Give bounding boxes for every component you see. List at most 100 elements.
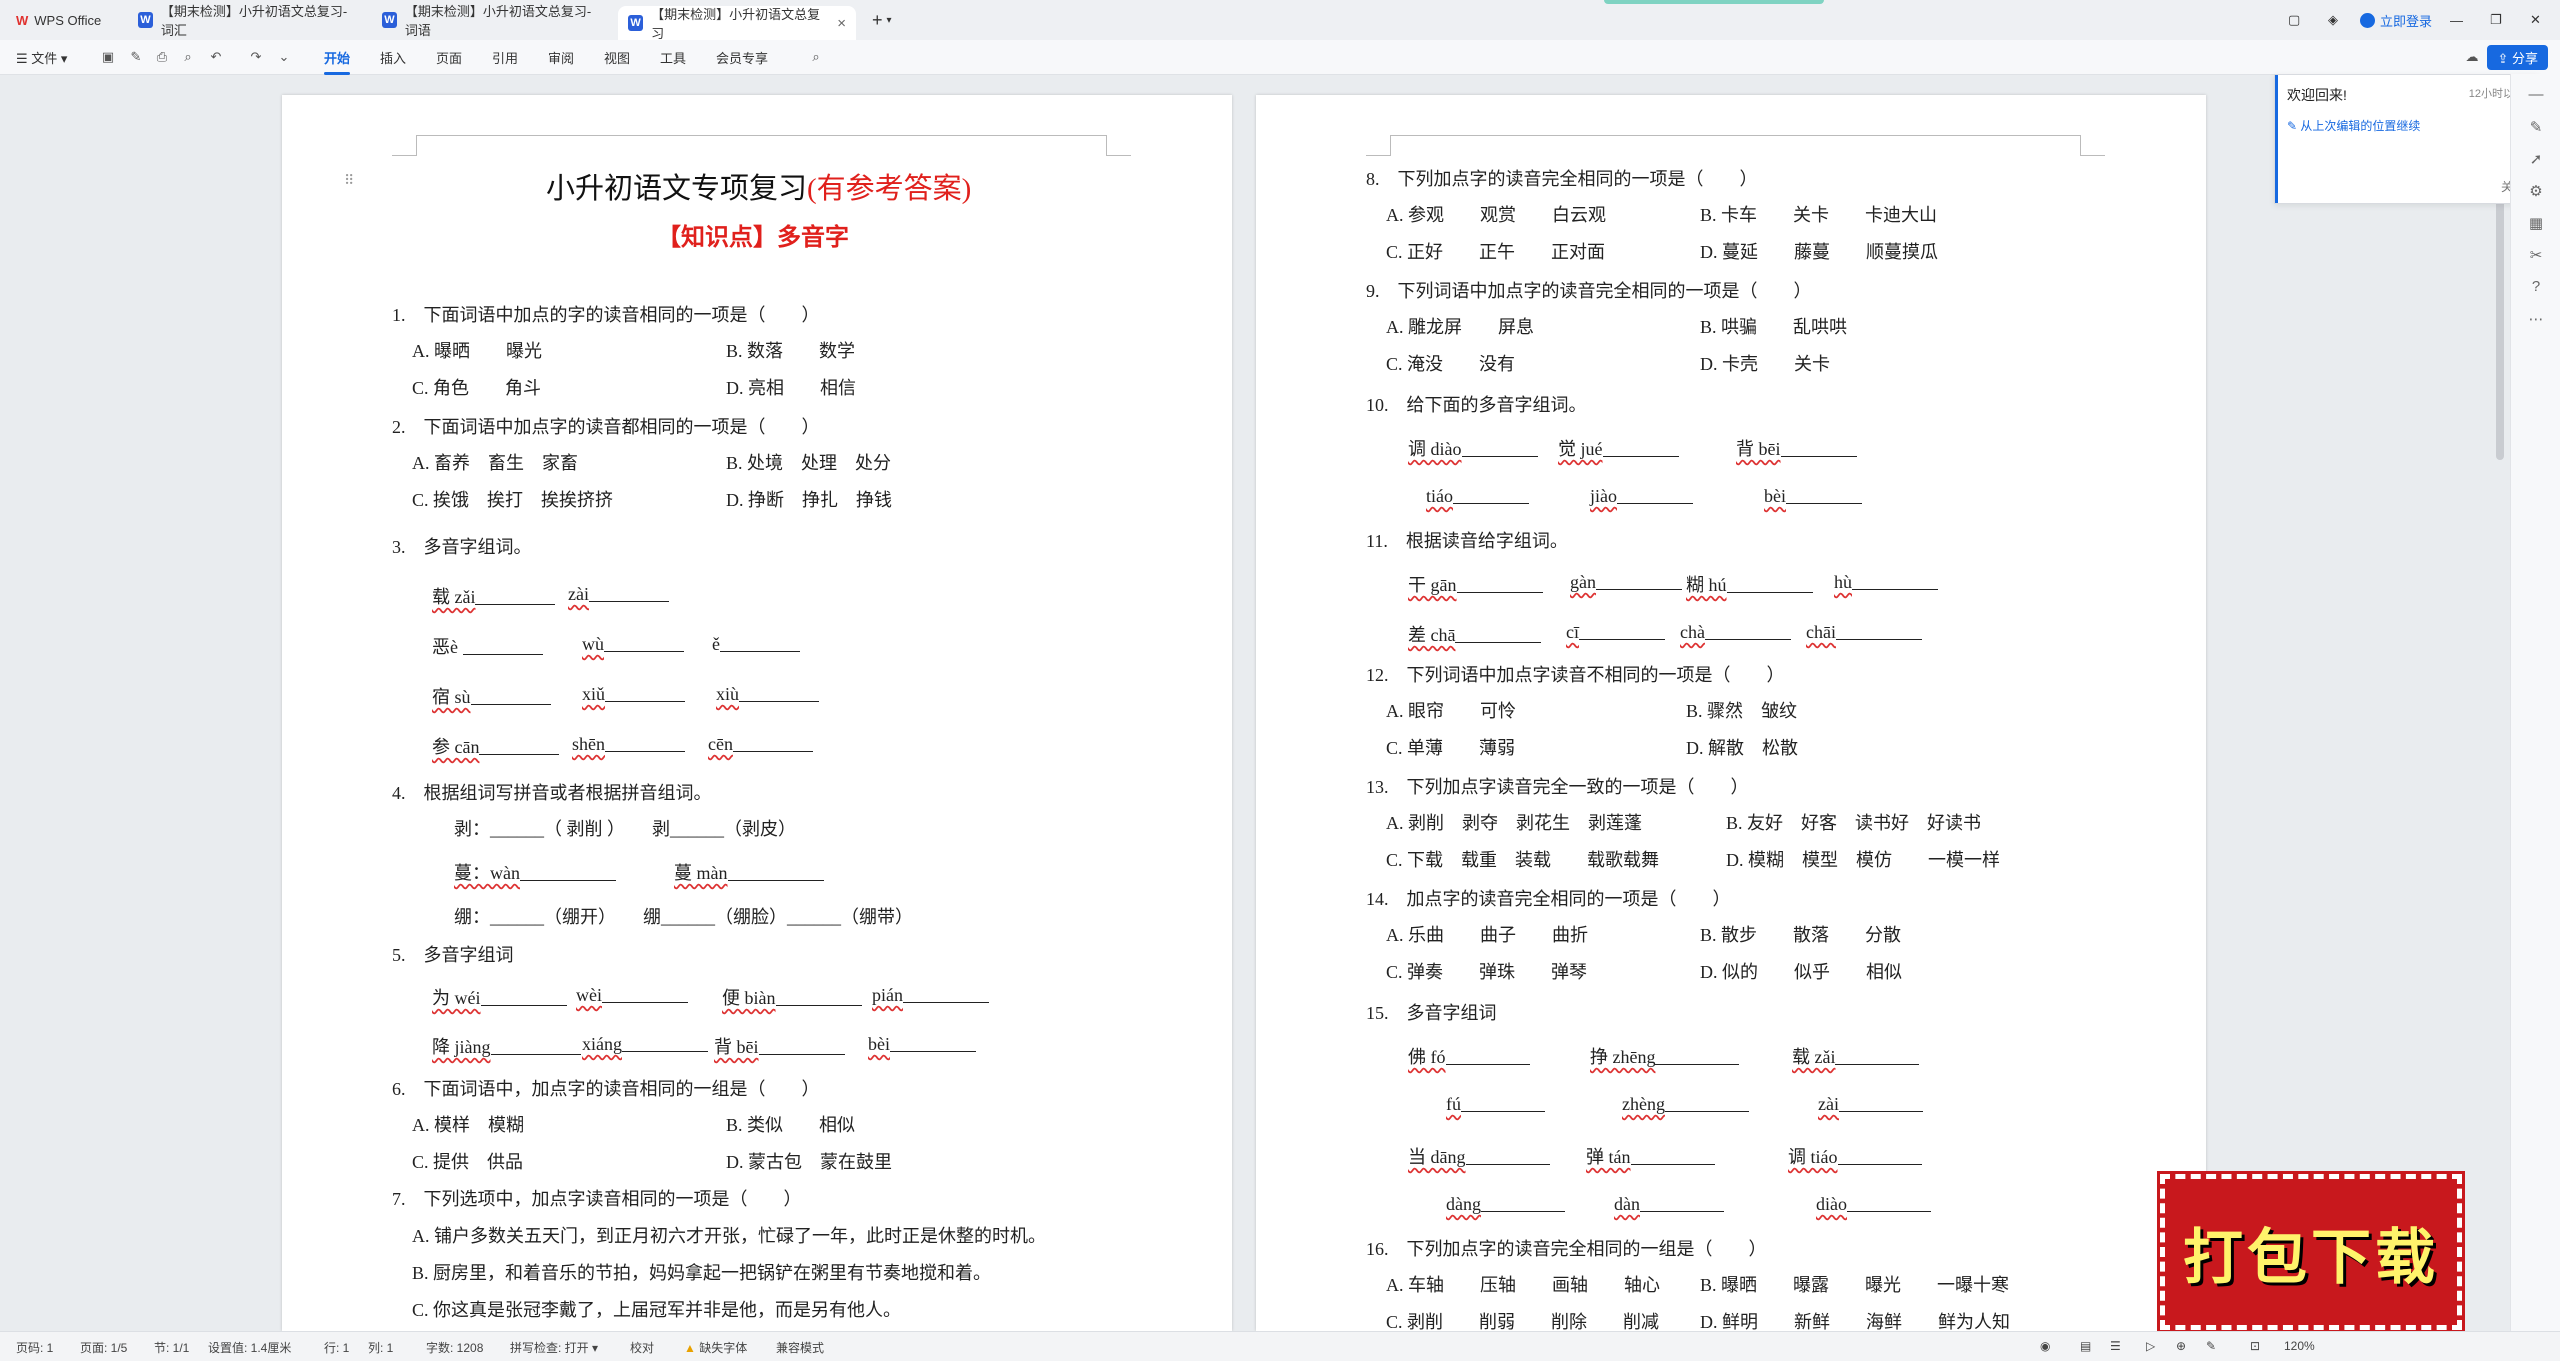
tab-wps-home[interactable]: W WPS Office bbox=[6, 4, 111, 36]
tab-home[interactable]: 开始 bbox=[324, 48, 351, 75]
answer-blank[interactable] bbox=[1579, 621, 1665, 640]
status-spell-check[interactable]: 拼写检查: 打开 ▾ bbox=[510, 1339, 598, 1356]
chevron-down-icon[interactable]: ⌄ bbox=[276, 49, 292, 65]
answer-blank[interactable] bbox=[490, 1036, 581, 1055]
search-icon[interactable]: ⌕ bbox=[808, 49, 824, 65]
tab-view[interactable]: 视图 bbox=[604, 48, 630, 67]
new-tab-button[interactable]: + ▾ bbox=[862, 4, 902, 36]
answer-blank[interactable] bbox=[732, 733, 813, 752]
file-menu[interactable]: ☰ 文件 ▾ bbox=[16, 48, 67, 67]
answer-blank[interactable] bbox=[520, 862, 616, 881]
answer-blank[interactable] bbox=[604, 633, 684, 652]
answer-blank[interactable] bbox=[739, 683, 820, 702]
document-page-1[interactable]: ⠿ 小升初语文专项复习(有参考答案) 【知识点】多音字 1. 下面词语中加点的字… bbox=[282, 95, 1232, 1331]
answer-blank[interactable] bbox=[1461, 438, 1538, 457]
share-button[interactable]: ⇪ 分享 bbox=[2487, 45, 2548, 70]
cloud-icon[interactable]: ☁ bbox=[2464, 49, 2480, 65]
minus-icon[interactable]: — bbox=[2527, 86, 2545, 104]
answer-blank[interactable] bbox=[1465, 1146, 1550, 1165]
tab-insert[interactable]: 插入 bbox=[380, 48, 406, 67]
play-icon[interactable]: ▷ bbox=[2146, 1339, 2155, 1353]
answer-blank[interactable] bbox=[1453, 485, 1529, 504]
answer-blank[interactable] bbox=[1596, 571, 1682, 590]
cube-icon[interactable]: ◈ bbox=[2318, 4, 2348, 36]
status-missing-font[interactable]: ▲ 缺失字体 bbox=[684, 1339, 747, 1356]
answer-blank[interactable] bbox=[622, 1033, 708, 1052]
answer-blank[interactable] bbox=[1835, 1046, 1920, 1065]
tab-review[interactable]: 审阅 bbox=[548, 48, 574, 67]
image-icon[interactable]: ▦ bbox=[2527, 214, 2545, 232]
chevron-down-icon[interactable]: ▾ bbox=[887, 15, 892, 26]
status-word-count[interactable]: 字数: 1208 bbox=[426, 1339, 483, 1356]
page-view-icon[interactable]: ▤ bbox=[2080, 1339, 2091, 1353]
maximize-icon[interactable]: ❐ bbox=[2480, 4, 2512, 36]
print-icon[interactable]: ⎙ bbox=[154, 49, 170, 65]
answer-blank[interactable] bbox=[605, 683, 686, 702]
close-tab-icon[interactable]: × bbox=[837, 15, 846, 32]
outline-view-icon[interactable]: ☰ bbox=[2110, 1339, 2121, 1353]
answer-blank[interactable] bbox=[480, 987, 567, 1006]
answer-blank[interactable] bbox=[1664, 1093, 1749, 1112]
answer-blank[interactable] bbox=[720, 633, 800, 652]
answer-blank[interactable] bbox=[1481, 1193, 1565, 1212]
answer-blank[interactable] bbox=[1617, 485, 1693, 504]
answer-blank[interactable] bbox=[1837, 1146, 1922, 1165]
answer-blank[interactable] bbox=[602, 984, 688, 1003]
answer-blank[interactable] bbox=[462, 636, 543, 655]
preview-icon[interactable]: ⌕ bbox=[180, 49, 196, 65]
status-pages[interactable]: 页面: 1/5 bbox=[80, 1339, 127, 1356]
settings-icon[interactable]: ⚙ bbox=[2527, 182, 2545, 200]
window-drag-handle[interactable] bbox=[1604, 0, 1824, 4]
minimize-icon[interactable]: — bbox=[2440, 4, 2473, 36]
answer-blank[interactable] bbox=[890, 1033, 976, 1052]
tab-document-3-active[interactable]: W 【期末检测】小升初语文总复习 × bbox=[618, 6, 856, 41]
redo-icon[interactable]: ↷ bbox=[248, 49, 264, 65]
answer-blank[interactable] bbox=[1704, 621, 1791, 640]
answer-blank[interactable] bbox=[1445, 1046, 1530, 1065]
answer-blank[interactable] bbox=[727, 862, 824, 881]
more-icon[interactable]: ⋯ bbox=[2527, 310, 2545, 328]
answer-blank[interactable] bbox=[758, 1036, 845, 1055]
tab-references[interactable]: 引用 bbox=[492, 48, 518, 67]
answer-blank[interactable] bbox=[475, 586, 556, 605]
status-page[interactable]: 页码: 1 bbox=[16, 1339, 53, 1356]
tab-page[interactable]: 页面 bbox=[436, 48, 462, 67]
answer-blank[interactable] bbox=[1461, 1093, 1545, 1112]
pen-icon[interactable]: ✎ bbox=[2527, 118, 2545, 136]
save-icon[interactable]: ▣ bbox=[100, 49, 116, 65]
tab-document-1[interactable]: W 【期末检测】小升初语文总复习-词汇 bbox=[128, 4, 368, 38]
login-button[interactable]: 立即登录 bbox=[2350, 4, 2442, 36]
answer-blank[interactable] bbox=[775, 987, 862, 1006]
resume-edit-link[interactable]: ✎ 从上次编辑的位置继续 bbox=[2287, 117, 2420, 134]
cursor-icon[interactable]: ➚ bbox=[2527, 150, 2545, 168]
tab-document-2[interactable]: W 【期末检测】小升初语文总复习-词语 bbox=[372, 4, 612, 38]
answer-blank[interactable] bbox=[1786, 485, 1862, 504]
answer-blank[interactable] bbox=[903, 984, 989, 1003]
answer-blank[interactable] bbox=[1847, 1193, 1931, 1212]
answer-blank[interactable] bbox=[1655, 1046, 1740, 1065]
fit-page-icon[interactable]: ⊡ bbox=[2250, 1339, 2260, 1353]
answer-blank[interactable] bbox=[1640, 1193, 1724, 1212]
answer-blank[interactable] bbox=[479, 736, 560, 755]
close-window-icon[interactable]: ✕ bbox=[2520, 4, 2551, 36]
answer-blank[interactable] bbox=[1852, 571, 1938, 590]
document-page-2[interactable]: 8. 下列加点字的读音完全相同的一项是（ ） A. 参观 观赏 白云观 B. 卡… bbox=[1256, 95, 2206, 1331]
answer-blank[interactable] bbox=[605, 733, 685, 752]
drag-handle-icon[interactable]: ⠿ bbox=[344, 173, 354, 190]
status-proof[interactable]: 校对 bbox=[630, 1339, 654, 1356]
pen-icon[interactable]: ✎ bbox=[2206, 1339, 2216, 1353]
answer-blank[interactable] bbox=[1630, 1146, 1715, 1165]
answer-blank[interactable] bbox=[1838, 1093, 1923, 1112]
tab-member[interactable]: 会员专享 bbox=[716, 48, 768, 67]
eye-icon[interactable]: ◉ bbox=[2040, 1339, 2050, 1353]
tools-icon[interactable]: ✂ bbox=[2527, 246, 2545, 264]
restore-icon[interactable]: ▢ bbox=[2278, 4, 2310, 36]
zoom-level[interactable]: 120% bbox=[2284, 1339, 2315, 1353]
undo-icon[interactable]: ↶ bbox=[208, 49, 224, 65]
brush-icon[interactable]: ✎ bbox=[128, 49, 144, 65]
help-icon[interactable]: ? bbox=[2527, 278, 2545, 296]
answer-blank[interactable] bbox=[1835, 621, 1922, 640]
answer-blank[interactable] bbox=[1455, 624, 1542, 643]
answer-blank[interactable] bbox=[588, 583, 669, 602]
web-view-icon[interactable]: ⊕ bbox=[2176, 1339, 2186, 1353]
